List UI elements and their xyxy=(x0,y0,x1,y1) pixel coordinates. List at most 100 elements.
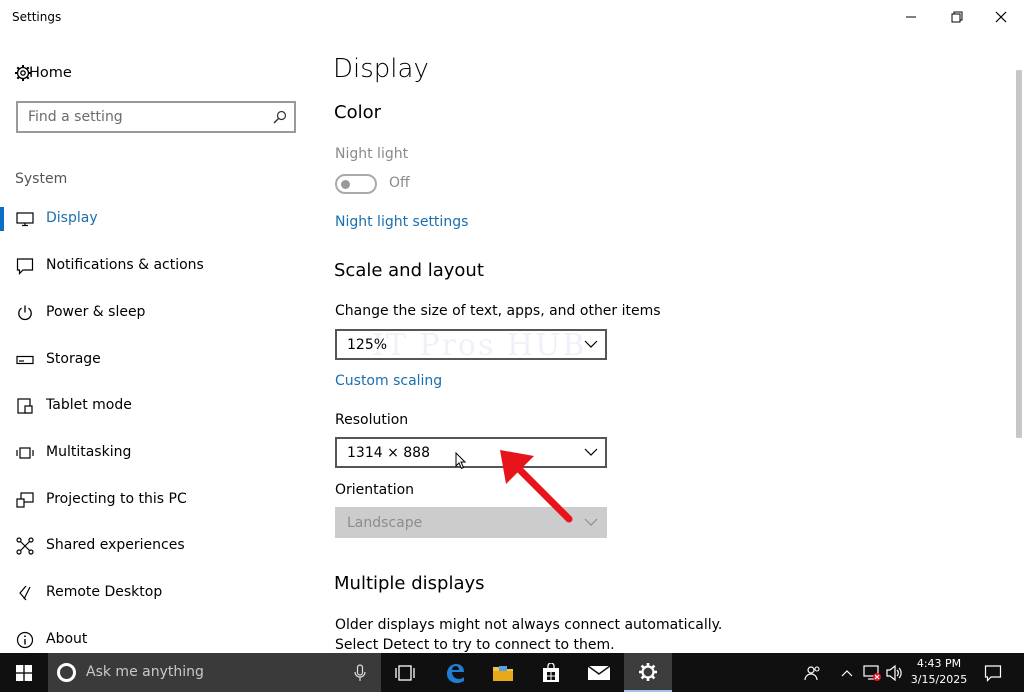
sidebar: Home System Display Notifications & acti… xyxy=(0,34,310,653)
close-button[interactable] xyxy=(978,0,1024,34)
info-icon xyxy=(16,631,34,649)
restore-icon xyxy=(951,11,963,23)
sidebar-item-shared-experiences[interactable]: Shared experiences xyxy=(0,526,310,566)
scale-value: 125% xyxy=(347,337,388,353)
chevron-down-icon xyxy=(584,518,598,526)
mail-button[interactable] xyxy=(576,653,622,692)
cortana-search-box[interactable]: Ask me anything xyxy=(48,653,381,692)
storage-icon xyxy=(16,351,34,369)
minimize-button[interactable] xyxy=(888,0,934,34)
scale-dropdown[interactable]: 125% xyxy=(335,329,607,360)
projecting-icon xyxy=(16,491,34,509)
sidebar-item-label: Notifications & actions xyxy=(46,257,204,273)
cortana-placeholder: Ask me anything xyxy=(86,664,204,680)
restore-button[interactable] xyxy=(934,0,980,34)
sidebar-item-remote-desktop[interactable]: Remote Desktop xyxy=(0,573,310,613)
edge-browser-button[interactable] xyxy=(432,653,478,692)
home-nav[interactable]: Home xyxy=(14,62,72,84)
shared-icon xyxy=(16,537,34,555)
section-label-system: System xyxy=(15,171,68,187)
sidebar-item-label: Projecting to this PC xyxy=(46,491,187,507)
microphone-icon[interactable] xyxy=(354,664,366,682)
color-heading: Color xyxy=(334,102,381,123)
selection-indicator xyxy=(0,207,4,231)
show-hidden-icons-button[interactable] xyxy=(836,653,858,692)
night-light-toggle[interactable] xyxy=(335,174,377,194)
gear-icon xyxy=(639,662,657,681)
search-box[interactable] xyxy=(16,101,296,133)
power-icon xyxy=(16,304,34,322)
multitasking-icon xyxy=(16,444,34,462)
page-title: Display xyxy=(333,54,429,84)
sidebar-item-label: Storage xyxy=(46,351,101,367)
sidebar-item-label: Remote Desktop xyxy=(46,584,163,600)
sidebar-item-label: Tablet mode xyxy=(46,397,132,413)
resolution-label: Resolution xyxy=(335,412,409,428)
sidebar-item-about[interactable]: About xyxy=(0,620,310,653)
resolution-value: 1314 × 888 xyxy=(347,445,430,461)
sidebar-item-label: Multitasking xyxy=(46,444,132,460)
task-view-icon xyxy=(395,664,415,681)
folder-icon xyxy=(493,665,513,681)
orientation-label: Orientation xyxy=(335,482,415,498)
orientation-value: Landscape xyxy=(347,515,423,531)
sidebar-item-power-sleep[interactable]: Power & sleep xyxy=(0,293,310,333)
sidebar-item-label: Shared experiences xyxy=(46,537,185,553)
mouse-cursor-icon xyxy=(455,452,467,470)
settings-taskbar-button[interactable] xyxy=(624,653,672,692)
multiple-displays-text: Older displays might not always connect … xyxy=(335,617,723,653)
scrollbar-thumb[interactable] xyxy=(1016,70,1022,438)
start-button[interactable] xyxy=(0,653,48,692)
cortana-icon xyxy=(57,663,76,682)
sidebar-item-label: About xyxy=(46,631,88,647)
scale-heading: Scale and layout xyxy=(334,260,484,281)
annotation-arrow-icon xyxy=(500,450,573,523)
chevron-down-icon xyxy=(584,340,598,348)
notification-icon xyxy=(16,257,34,275)
title-bar[interactable]: Settings xyxy=(0,0,1024,34)
multiple-displays-heading: Multiple displays xyxy=(334,573,485,594)
sidebar-item-projecting[interactable]: Projecting to this PC xyxy=(0,480,310,520)
main-content: Display Color Night light Off Night ligh… xyxy=(333,34,993,653)
toggle-knob xyxy=(341,180,350,189)
store-bag-icon xyxy=(543,662,559,682)
sidebar-item-notifications[interactable]: Notifications & actions xyxy=(0,246,310,286)
people-icon xyxy=(804,665,820,680)
speaker-icon xyxy=(886,664,902,681)
mail-icon xyxy=(587,664,611,680)
search-icon[interactable] xyxy=(272,109,288,129)
store-button[interactable] xyxy=(528,653,574,692)
taskbar-clock[interactable]: 4:43 PM 3/15/2025 xyxy=(906,656,972,688)
chevron-down-icon xyxy=(584,448,598,456)
network-status-button[interactable] xyxy=(860,653,884,692)
action-center-icon xyxy=(984,664,1002,682)
action-center-button[interactable] xyxy=(978,653,1008,692)
volume-button[interactable] xyxy=(884,653,906,692)
clock-time: 4:43 PM xyxy=(916,657,962,670)
sidebar-item-storage[interactable]: Storage xyxy=(0,340,310,380)
night-light-label: Night light xyxy=(335,146,409,162)
sidebar-item-display[interactable]: Display xyxy=(0,199,310,239)
tablet-icon xyxy=(16,397,34,415)
remote-desktop-icon xyxy=(16,584,34,602)
sidebar-item-tablet-mode[interactable]: Tablet mode xyxy=(0,386,310,426)
sidebar-item-label: Display xyxy=(46,210,98,226)
clock-date: 3/15/2025 xyxy=(910,673,968,686)
home-label: Home xyxy=(29,65,72,81)
sidebar-item-label: Power & sleep xyxy=(46,304,146,320)
minimize-icon xyxy=(906,16,916,18)
night-light-state: Off xyxy=(389,175,410,191)
night-light-settings-link[interactable]: Night light settings xyxy=(335,214,468,230)
search-input[interactable] xyxy=(28,109,258,125)
scale-label: Change the size of text, apps, and other… xyxy=(335,303,661,319)
chevron-up-icon xyxy=(841,669,853,676)
edge-icon xyxy=(447,663,464,683)
task-view-button[interactable] xyxy=(382,653,428,692)
custom-scaling-link[interactable]: Custom scaling xyxy=(335,373,442,389)
monitor-icon xyxy=(16,210,34,228)
people-button[interactable] xyxy=(800,653,826,692)
file-explorer-button[interactable] xyxy=(480,653,526,692)
close-icon xyxy=(995,11,1007,23)
taskbar: Ask me anything 4:43 PM 3/15/2025 xyxy=(0,653,1024,692)
sidebar-item-multitasking[interactable]: Multitasking xyxy=(0,433,310,473)
